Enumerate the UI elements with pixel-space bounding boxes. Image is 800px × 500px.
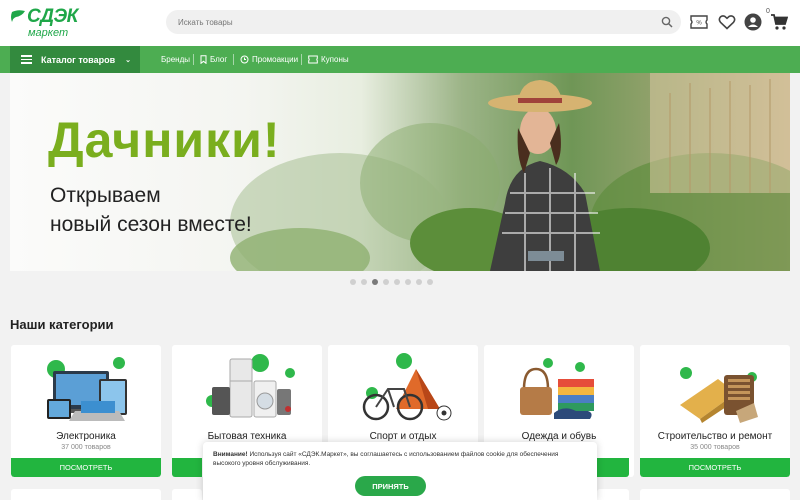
cookie-banner: Внимание! Используя сайт «СДЭК.Маркет», …	[203, 442, 597, 500]
category-card-row2	[172, 489, 202, 500]
category-name: Бытовая техника	[207, 431, 287, 442]
appliances-icon	[206, 354, 295, 418]
category-card-construction[interactable]: Строительство и ремонт 35 000 товаров ПО…	[640, 345, 790, 477]
carousel-dot-active[interactable]	[372, 279, 378, 285]
carousel-dot[interactable]	[350, 279, 356, 285]
clothing-icon	[520, 358, 594, 419]
view-category-button-partial[interactable]	[597, 458, 629, 477]
nav-link-label: Блог	[210, 55, 228, 64]
logo-mark-icon	[11, 10, 25, 22]
logo[interactable]: СДЭК маркет	[10, 6, 90, 42]
logo-text: СДЭК	[27, 6, 78, 27]
sport-icon	[362, 353, 452, 421]
category-count: 37 000 товаров	[61, 444, 111, 451]
nav-link-label: Купоны	[321, 55, 349, 64]
nav-divider	[233, 54, 234, 65]
nav-link-coupons[interactable]: Купоны	[308, 46, 349, 73]
search-icon[interactable]	[661, 16, 673, 28]
chevron-down-icon: ⌄	[125, 56, 131, 64]
banner-subtitle: Открываем новый сезон вместе!	[50, 181, 290, 239]
category-card-row2	[597, 489, 629, 500]
carousel-dot[interactable]	[427, 279, 433, 285]
carousel-dots	[350, 279, 433, 285]
bookmark-icon	[200, 55, 207, 64]
banner-illustration	[230, 73, 790, 271]
header: СДЭК маркет % 0	[0, 0, 800, 46]
category-card-electronics[interactable]: Электроника 37 000 товаров ПОСМОТРЕТЬ	[11, 345, 161, 477]
search-bar[interactable]	[166, 10, 681, 34]
nav-link-brands[interactable]: Бренды	[161, 46, 190, 73]
nav-link-label: Бренды	[161, 55, 190, 64]
coupon-icon[interactable]: %	[688, 11, 710, 33]
banner-title: Дачники!	[48, 112, 281, 168]
heart-icon[interactable]	[716, 11, 738, 33]
cookie-message: Используя сайт «СДЭК.Маркет», вы соглаша…	[213, 451, 559, 467]
view-category-button[interactable]: ПОСМОТРЕТЬ	[640, 458, 790, 477]
burger-menu-icon	[21, 55, 32, 64]
hero-banner[interactable]: Дачники! Открываем новый сезон вместе!	[10, 73, 790, 271]
logo-subtitle: маркет	[28, 27, 69, 39]
carousel-dot[interactable]	[394, 279, 400, 285]
catalog-button[interactable]: Каталог товаров ⌄	[10, 46, 140, 73]
search-input[interactable]	[166, 10, 656, 34]
category-card-row2	[640, 489, 790, 500]
nav-divider	[193, 54, 194, 65]
nav-divider	[301, 54, 302, 65]
coupon-icon	[308, 55, 318, 64]
view-category-button[interactable]: ПОСМОТРЕТЬ	[11, 458, 161, 477]
banner-subtitle-line: новый сезон вместе!	[50, 213, 252, 236]
user-icon[interactable]	[742, 11, 764, 33]
carousel-dot[interactable]	[361, 279, 367, 285]
catalog-label: Каталог товаров	[41, 54, 116, 65]
categories-title: Наши категории	[10, 317, 114, 332]
cart-icon[interactable]	[768, 11, 790, 33]
category-name: Одежда и обувь	[521, 431, 597, 442]
construction-icon	[680, 367, 758, 423]
category-name: Электроника	[56, 431, 116, 442]
main-nav: Каталог товаров ⌄ Бренды Блог Промоакции…	[0, 46, 800, 73]
svg-text:%: %	[696, 21, 702, 27]
category-count: 35 000 товаров	[690, 444, 740, 451]
category-card-row2	[11, 489, 161, 500]
view-category-button-partial[interactable]	[172, 458, 202, 477]
banner-subtitle-line: Открываем	[50, 184, 161, 207]
carousel-dot[interactable]	[383, 279, 389, 285]
nav-link-blog[interactable]: Блог	[200, 46, 227, 73]
carousel-dot[interactable]	[416, 279, 422, 285]
promo-icon	[240, 55, 249, 64]
carousel-dot[interactable]	[405, 279, 411, 285]
nav-link-promo[interactable]: Промоакции	[240, 46, 298, 73]
accept-cookies-button[interactable]: ПРИНЯТЬ	[355, 476, 426, 496]
cookie-warning-label: Внимание!	[213, 451, 248, 458]
nav-link-label: Промоакции	[252, 55, 299, 64]
category-name: Строительство и ремонт	[657, 431, 773, 442]
electronics-icon	[47, 357, 127, 421]
category-name: Спорт и отдых	[369, 431, 437, 442]
cookie-text: Внимание! Используя сайт «СДЭК.Маркет», …	[213, 450, 563, 468]
